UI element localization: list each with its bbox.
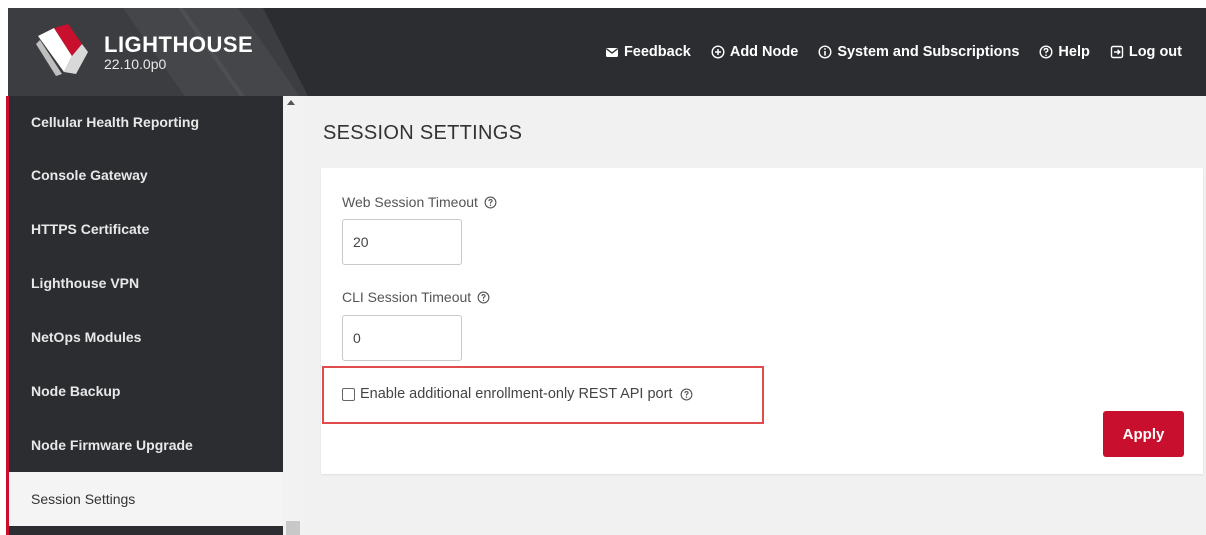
logout-link[interactable]: Log out [1110, 44, 1182, 60]
apply-button[interactable]: Apply [1103, 411, 1184, 457]
question-circle-icon [1039, 45, 1053, 59]
cli-session-timeout-input[interactable] [342, 315, 462, 361]
web-session-timeout-label-row: Web Session Timeout [342, 194, 497, 210]
envelope-icon [605, 48, 618, 57]
sidebar-item-node-backup[interactable]: Node Backup [9, 364, 283, 418]
sidebar-item-label: Cellular Health Reporting [31, 114, 200, 130]
sidebar-item-label: HTTPS Certificate [31, 221, 150, 237]
sidebar-item-cellular-health-reporting[interactable]: Cellular Health Reporting [9, 96, 283, 148]
sidebar-item-label: Node Firmware Upgrade [31, 437, 193, 453]
cli-session-timeout-label-row: CLI Session Timeout [342, 289, 490, 305]
lighthouse-logo-icon [36, 24, 88, 76]
sidebar-item-netops-modules[interactable]: NetOps Modules [9, 310, 283, 364]
sidebar-item-label: NetOps Modules [31, 329, 142, 345]
help-label: Help [1058, 44, 1090, 60]
sidebar-item-console-gateway[interactable]: Console Gateway [9, 148, 283, 202]
sidebar-item-label: Node Backup [31, 383, 121, 399]
sidebar-item-label: Console Gateway [31, 167, 148, 183]
settings-card: Web Session Timeout CLI Session Timeout … [321, 168, 1203, 474]
page-title: SESSION SETTINGS [323, 122, 523, 144]
system-subscriptions-link[interactable]: System and Subscriptions [818, 44, 1019, 60]
feedback-link[interactable]: Feedback [605, 44, 691, 60]
app-version: 22.10.0p0 [104, 56, 167, 72]
feedback-label: Feedback [623, 44, 691, 60]
sidebar: Cellular Health Reporting Console Gatewa… [9, 96, 283, 535]
plus-circle-icon [711, 45, 725, 59]
sidebar-item-session-settings[interactable]: Session Settings [9, 472, 283, 526]
add-node-label: Add Node [729, 44, 799, 60]
sidebar-item-node-firmware-upgrade[interactable]: Node Firmware Upgrade [9, 418, 283, 472]
scrollbar-thumb[interactable] [286, 521, 300, 535]
logout-icon [1110, 45, 1124, 59]
cli-session-timeout-label: CLI Session Timeout [342, 289, 472, 305]
highlight-box [322, 366, 764, 424]
brand: LIGHTHOUSE 22.10.0p0 [104, 32, 254, 72]
app-name: LIGHTHOUSE [104, 32, 254, 57]
sidebar-item-lighthouse-vpn[interactable]: Lighthouse VPN [9, 256, 283, 310]
sidebar-item-https-certificate[interactable]: HTTPS Certificate [9, 202, 283, 256]
add-node-link[interactable]: Add Node [711, 44, 798, 60]
help-question-icon[interactable] [484, 196, 497, 209]
web-session-timeout-input[interactable] [342, 219, 462, 265]
logout-label: Log out [1128, 44, 1182, 60]
top-nav: Feedback Add Node System and Subscriptio… [605, 8, 1182, 96]
info-circle-icon [818, 45, 832, 59]
main-content: SESSION SETTINGS Web Session Timeout CLI… [303, 96, 1206, 535]
web-session-timeout-label: Web Session Timeout [342, 194, 478, 210]
top-header: LIGHTHOUSE 22.10.0p0 Feedback Add Node S… [8, 8, 1206, 96]
help-question-icon[interactable] [477, 291, 490, 304]
sidebar-scrollbar[interactable] [283, 96, 303, 535]
sidebar-item-label: Lighthouse VPN [31, 275, 140, 291]
system-subscriptions-label: System and Subscriptions [837, 44, 1020, 60]
sidebar-item-label: Session Settings [31, 491, 136, 507]
help-link[interactable]: Help [1039, 44, 1090, 60]
scroll-up-arrow-icon[interactable] [287, 100, 295, 105]
